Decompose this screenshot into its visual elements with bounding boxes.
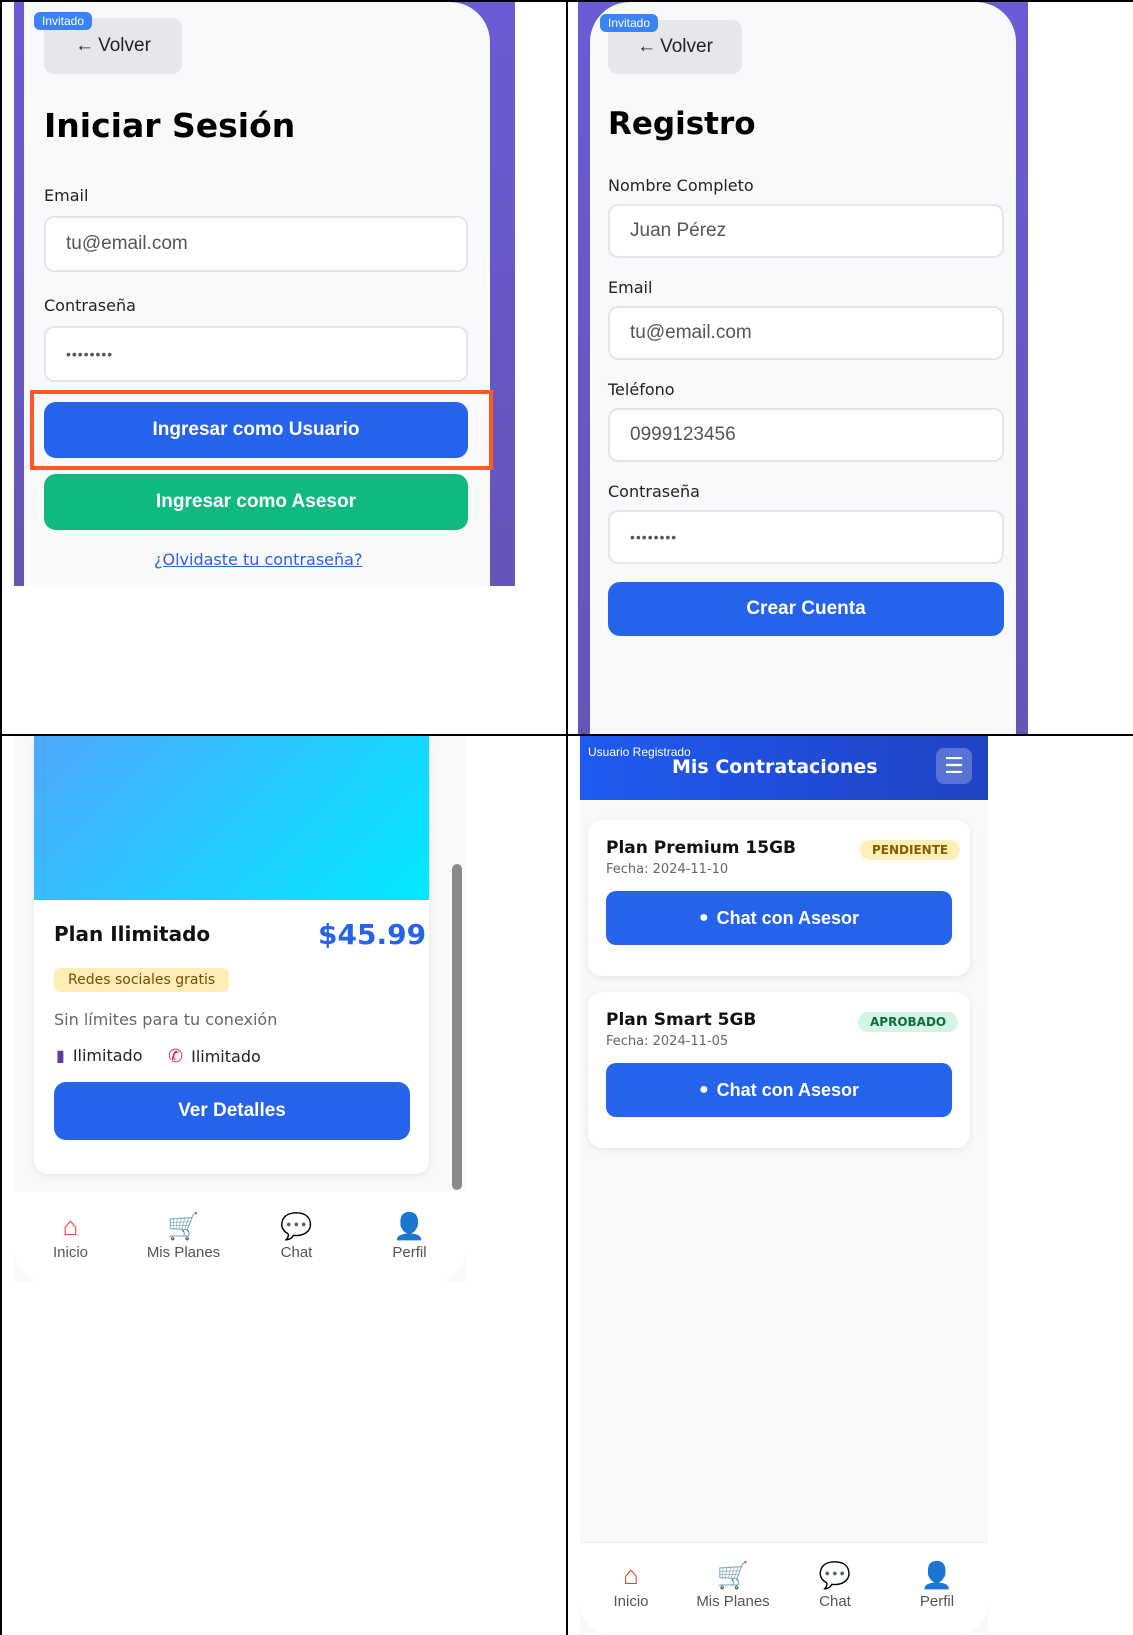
contract-name: Plan Premium 15GB bbox=[606, 838, 796, 858]
forgot-password-link[interactable]: ¿Olvidaste tu contraseña? bbox=[154, 550, 362, 569]
chat-icon: 💬 bbox=[818, 1560, 852, 1590]
email-label: Email bbox=[44, 186, 89, 205]
contract-date: Fecha: 2024-11-10 bbox=[606, 862, 729, 877]
page-title: Iniciar Sesión bbox=[44, 106, 296, 145]
name-field[interactable]: Juan Pérez bbox=[608, 204, 1004, 258]
password-field[interactable]: •••••••• bbox=[608, 510, 1004, 564]
plan-tag: Redes sociales gratis bbox=[54, 968, 230, 992]
guest-badge: Invitado bbox=[600, 14, 659, 32]
status-badge: PENDIENTE bbox=[860, 840, 961, 860]
nav-item-perfil[interactable]: 👤 Perfil bbox=[365, 1210, 455, 1261]
feature-data: ▮ Ilimitado bbox=[56, 1046, 143, 1065]
cart-icon: 🛒 bbox=[716, 1560, 750, 1590]
login-advisor-button[interactable]: Ingresar como Asesor bbox=[44, 474, 468, 530]
grid-line-left bbox=[0, 0, 2, 1635]
home-icon: ⌂ bbox=[623, 1560, 639, 1590]
phone-label: Teléfono bbox=[608, 380, 675, 399]
nav-item-chat[interactable]: 💬 Chat bbox=[252, 1210, 342, 1261]
chat-advisor-button[interactable]: ● Chat con Asesor bbox=[606, 891, 952, 945]
plan-hero-image bbox=[34, 736, 429, 900]
email-label: Email bbox=[608, 278, 653, 297]
chat-bubble-icon: ● bbox=[698, 1081, 709, 1098]
login-panel: ← Volver Invitado Iniciar Sesión Email t… bbox=[14, 2, 515, 586]
phone-field[interactable]: 0999123456 bbox=[608, 408, 1004, 462]
scrollbar[interactable] bbox=[452, 864, 462, 1190]
status-badge: APROBADO bbox=[858, 1012, 959, 1032]
highlight-box bbox=[30, 390, 493, 470]
nav-item-mis-planes[interactable]: 🛒 Mis Planes bbox=[688, 1559, 778, 1610]
bottom-nav: ⌂ Inicio 🛒 Mis Planes 💬 Chat 👤 Perfil bbox=[580, 1542, 988, 1634]
cart-icon: 🛒 bbox=[167, 1211, 200, 1241]
contract-name: Plan Smart 5GB bbox=[606, 1010, 757, 1030]
nav-item-perfil[interactable]: 👤 Perfil bbox=[892, 1559, 982, 1610]
page-title: Registro bbox=[608, 106, 756, 142]
contrataciones-panel: Usuario Registrado Mis Contrataciones ☰ … bbox=[580, 736, 988, 1634]
page-title: Mis Contrataciones bbox=[672, 756, 878, 778]
nav-item-inicio[interactable]: ⌂ Inicio bbox=[26, 1210, 116, 1261]
plan-description: Sin límites para tu conexión bbox=[54, 1010, 278, 1029]
plan-panel: Plan Ilimitado $45.99 Redes sociales gra… bbox=[14, 736, 466, 1281]
guest-badge: Invitado bbox=[34, 12, 93, 30]
email-field[interactable]: tu@email.com bbox=[608, 306, 1004, 360]
register-panel: ← Volver Invitado Registro Nombre Comple… bbox=[578, 2, 1028, 734]
nav-item-chat[interactable]: 💬 Chat bbox=[790, 1559, 880, 1610]
user-icon: 👤 bbox=[920, 1560, 954, 1590]
plan-price: $45.99 bbox=[318, 918, 427, 951]
home-icon: ⌂ bbox=[62, 1211, 79, 1241]
password-label: Contraseña bbox=[608, 482, 700, 501]
feature-calls: ✆ Ilimitado bbox=[168, 1046, 261, 1067]
phone-device-icon: ▮ bbox=[56, 1046, 65, 1065]
hamburger-icon: ☰ bbox=[944, 753, 964, 779]
chat-icon: 💬 bbox=[280, 1211, 313, 1241]
password-field[interactable]: •••••••• bbox=[44, 326, 468, 382]
phone-call-icon: ✆ bbox=[168, 1046, 184, 1067]
nav-item-mis-planes[interactable]: 🛒 Mis Planes bbox=[139, 1210, 229, 1261]
login-screen: ← Volver Invitado Iniciar Sesión Email t… bbox=[24, 2, 490, 586]
chat-advisor-button[interactable]: ● Chat con Asesor bbox=[606, 1063, 952, 1117]
user-icon: 👤 bbox=[393, 1211, 426, 1241]
create-account-button[interactable]: Crear Cuenta bbox=[608, 582, 1004, 636]
screenshot-grid: ← Volver Invitado Iniciar Sesión Email t… bbox=[0, 0, 1133, 1635]
grid-line-center bbox=[566, 0, 568, 1635]
nav-item-inicio[interactable]: ⌂ Inicio bbox=[586, 1559, 676, 1610]
menu-button[interactable]: ☰ bbox=[936, 748, 972, 784]
arrow-left-icon: ← bbox=[75, 35, 95, 56]
chat-bubble-icon: ● bbox=[698, 909, 709, 926]
arrow-left-icon: ← bbox=[637, 36, 657, 57]
password-label: Contraseña bbox=[44, 296, 136, 315]
plan-title: Plan Ilimitado bbox=[54, 922, 211, 946]
email-field[interactable]: tu@email.com bbox=[44, 216, 468, 272]
contract-date: Fecha: 2024-11-05 bbox=[606, 1034, 729, 1049]
register-screen: ← Volver Invitado Registro Nombre Comple… bbox=[590, 2, 1016, 734]
view-details-button[interactable]: Ver Detalles bbox=[54, 1082, 410, 1140]
bottom-nav: ⌂ Inicio 🛒 Mis Planes 💬 Chat 👤 Perfil bbox=[14, 1192, 466, 1281]
app-header: Usuario Registrado Mis Contrataciones ☰ bbox=[580, 736, 988, 800]
name-label: Nombre Completo bbox=[608, 176, 754, 195]
